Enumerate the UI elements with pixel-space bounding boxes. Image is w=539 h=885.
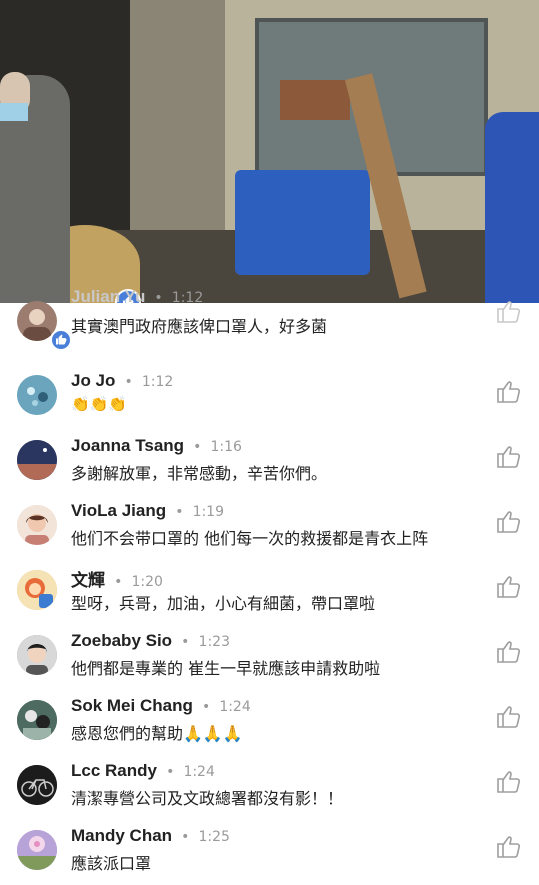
- comment-text: 感恩您們的幫助🙏🙏🙏: [71, 724, 243, 743]
- comment-item: 文輝 • 1:20 型呀，兵哥，加油，小心有細菌，帶口罩啦: [0, 560, 539, 625]
- comment-header: VioLa Jiang • 1:19: [71, 501, 224, 521]
- avatar[interactable]: [17, 440, 57, 480]
- comment-author[interactable]: Sok Mei Chang: [71, 696, 193, 715]
- thumbs-up-icon: [497, 576, 521, 598]
- thumbs-up-icon: [497, 381, 521, 403]
- comment-author[interactable]: Joanna Tsang: [71, 436, 184, 455]
- comment-time: 1:24: [219, 699, 251, 715]
- comment-separator: •: [181, 634, 190, 650]
- comment-separator: •: [154, 290, 163, 306]
- comment-text: 清潔專營公司及文政總署都沒有影！！: [71, 789, 344, 808]
- avatar[interactable]: [17, 700, 57, 740]
- comment-item: Julian Yu • 1:12 其實澳門政府應該俾口罩人，好多菌: [0, 287, 539, 356]
- like-button[interactable]: [495, 637, 523, 665]
- comment-author[interactable]: Lcc Randy: [71, 761, 157, 780]
- comment-list[interactable]: Julian Yu • 1:12 其實澳門政府應該俾口罩人，好多菌 Jo Jo …: [0, 287, 539, 881]
- thumbs-up-icon: [497, 301, 521, 323]
- like-button[interactable]: [495, 377, 523, 405]
- comment-text: 他们不会带口罩的 他们每一次的救援都是青衣上阵: [71, 529, 429, 548]
- comment-text: 應該派口罩: [71, 854, 152, 873]
- comment-separator: •: [181, 829, 190, 845]
- comment-text: 👏👏👏: [71, 395, 128, 413]
- like-button[interactable]: [495, 767, 523, 795]
- comment-header: 文輝 • 1:20: [71, 566, 163, 591]
- comment-time: 1:12: [171, 290, 204, 306]
- comment-header: Lcc Randy • 1:24: [71, 761, 215, 781]
- like-button[interactable]: [495, 832, 523, 860]
- comment-header: Joanna Tsang • 1:16: [71, 436, 242, 456]
- comment-header: Mandy Chan • 1:25: [71, 826, 230, 846]
- comment-text: 型呀，兵哥，加油，小心有細菌，帶口罩啦: [71, 594, 376, 613]
- comment-separator: •: [114, 574, 123, 590]
- like-button[interactable]: [495, 442, 523, 470]
- comment-separator: •: [166, 764, 175, 780]
- comment-separator: •: [175, 504, 184, 520]
- comment-author[interactable]: Julian Yu: [71, 287, 145, 306]
- video-person-mask: [0, 103, 28, 121]
- comment-item: Jo Jo • 1:12 👏👏👏: [0, 365, 539, 430]
- comment-author[interactable]: 文輝: [71, 571, 105, 590]
- comment-time: 1:12: [141, 374, 174, 390]
- avatar[interactable]: [17, 830, 57, 870]
- video-bg-wall: [130, 0, 225, 240]
- avatar[interactable]: [17, 765, 57, 805]
- thumbs-up-icon: [497, 511, 521, 533]
- comment-item: VioLa Jiang • 1:19 他们不会带口罩的 他们每一次的救援都是青衣…: [0, 495, 539, 560]
- live-video[interactable]: [0, 0, 539, 303]
- comment-time: 1:23: [198, 634, 230, 650]
- like-reaction-icon: [50, 329, 72, 351]
- avatar[interactable]: [17, 635, 57, 675]
- like-button[interactable]: [495, 572, 523, 600]
- avatar[interactable]: [17, 375, 57, 415]
- thumbs-up-icon: [497, 706, 521, 728]
- thumbs-up-icon: [497, 836, 521, 858]
- comment-author[interactable]: VioLa Jiang: [71, 501, 166, 520]
- thumbs-up-icon: [497, 446, 521, 468]
- comment-item: Lcc Randy • 1:24 清潔專營公司及文政總署都沒有影！！: [0, 755, 539, 820]
- comment-author[interactable]: Mandy Chan: [71, 826, 172, 845]
- like-button[interactable]: [495, 507, 523, 535]
- comment-item: Mandy Chan • 1:25 應該派口罩: [0, 820, 539, 885]
- comment-time: 1:16: [210, 439, 242, 455]
- comment-text: 多謝解放軍，非常感動，辛苦你們。: [71, 464, 328, 483]
- like-button[interactable]: [495, 702, 523, 730]
- comment-text: 其實澳門政府應該俾口罩人，好多菌: [71, 317, 328, 336]
- comment-separator: •: [193, 439, 202, 455]
- comment-time: 1:20: [131, 574, 163, 590]
- comment-author[interactable]: Zoebaby Sio: [71, 631, 172, 650]
- comment-time: 1:24: [183, 764, 215, 780]
- video-bin: [235, 170, 370, 275]
- comment-author[interactable]: Jo Jo: [71, 371, 115, 390]
- thumbs-up-icon: [497, 641, 521, 663]
- thumbs-up-icon: [497, 771, 521, 793]
- comment-header: Zoebaby Sio • 1:23: [71, 631, 230, 651]
- comment-header: Sok Mei Chang • 1:24: [71, 696, 251, 716]
- comment-separator: •: [124, 374, 133, 390]
- like-button[interactable]: [495, 297, 523, 325]
- comment-time: 1:19: [192, 504, 225, 520]
- comment-item: Zoebaby Sio • 1:23 他們都是專業的 崔生一早就應該申請救助啦: [0, 625, 539, 690]
- avatar[interactable]: [17, 505, 57, 545]
- comment-separator: •: [201, 699, 211, 715]
- avatar[interactable]: [17, 570, 57, 610]
- comment-time: 1:25: [198, 829, 230, 845]
- comment-header: Julian Yu • 1:12: [71, 287, 203, 307]
- video-debris: [280, 80, 350, 120]
- comment-item: Joanna Tsang • 1:16 多謝解放軍，非常感動，辛苦你們。: [0, 430, 539, 495]
- comment-text: 他們都是專業的 崔生一早就應該申請救助啦: [71, 659, 381, 678]
- comment-header: Jo Jo • 1:12: [71, 371, 173, 391]
- comment-item: Sok Mei Chang • 1:24 感恩您們的幫助🙏🙏🙏: [0, 690, 539, 755]
- video-person-right: [485, 112, 539, 303]
